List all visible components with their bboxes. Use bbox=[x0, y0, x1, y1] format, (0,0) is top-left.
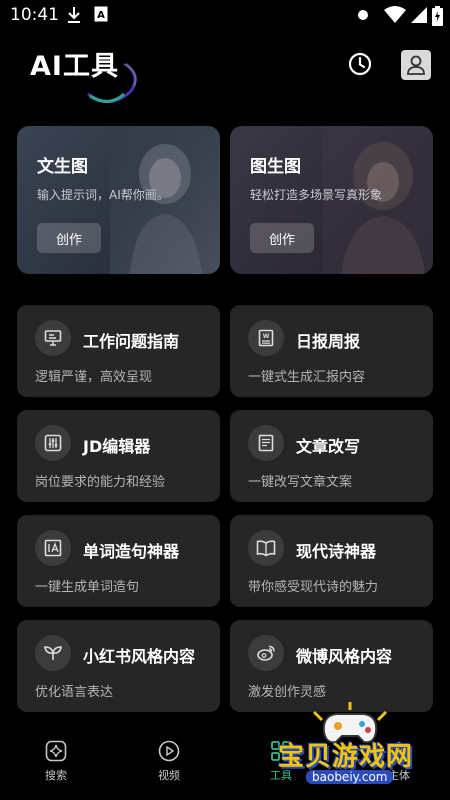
battery-icon bbox=[432, 6, 443, 30]
tool-title: 工作问题指南 bbox=[83, 332, 180, 351]
status-time: 10:41 bbox=[10, 5, 59, 25]
image-to-image-card[interactable]: 图生图 轻松打造多场景写真形象 创作 bbox=[230, 126, 433, 274]
card-title: 文生图 bbox=[37, 157, 88, 177]
tool-description: 优化语言表达 bbox=[35, 685, 114, 700]
watermark-text: 宝贝游戏网 bbox=[278, 742, 414, 772]
tool-title: 现代诗神器 bbox=[296, 542, 377, 561]
sprout-icon bbox=[35, 635, 71, 671]
tool-description: 一键改写文章文案 bbox=[248, 475, 353, 490]
weibo-icon bbox=[248, 635, 284, 671]
tool-description: 激发创作灵感 bbox=[248, 685, 327, 700]
svg-text:A: A bbox=[97, 10, 105, 21]
tool-description: 逻辑严谨，高效呈现 bbox=[35, 370, 153, 385]
tool-title: 文章改写 bbox=[296, 437, 361, 456]
tool-title: 单词造句神器 bbox=[83, 542, 180, 561]
nav-item-search[interactable]: 搜索 bbox=[21, 738, 91, 783]
nav-label: 视频 bbox=[158, 769, 180, 782]
tool-title: 日报周报 bbox=[296, 332, 361, 351]
text-to-image-card[interactable]: 文生图 输入提示词，AI帮你画。 创作 bbox=[17, 126, 220, 274]
nav-item-video[interactable]: 视频 bbox=[134, 738, 204, 783]
download-icon bbox=[66, 6, 82, 28]
tool-title: 小红书风格内容 bbox=[83, 647, 196, 666]
create-button[interactable]: 创作 bbox=[250, 223, 314, 253]
create-button[interactable]: 创作 bbox=[37, 223, 101, 253]
tool-card-article-rewrite[interactable]: 文章改写 一键改写文章文案 bbox=[230, 410, 433, 502]
notification-a-icon: A bbox=[94, 6, 108, 26]
monitor-icon bbox=[35, 320, 71, 356]
clock-icon bbox=[348, 52, 372, 76]
tool-description: 岗位要求的能力和经验 bbox=[35, 475, 166, 490]
alarm-dot-icon bbox=[356, 6, 370, 28]
tool-card-word-sentence[interactable]: 单词造句神器 一键生成单词造句 bbox=[17, 515, 220, 607]
user-icon bbox=[407, 55, 425, 75]
card-description: 输入提示词，AI帮你画。 bbox=[37, 188, 169, 202]
tool-card-modern-poetry[interactable]: 现代诗神器 带你感受现代诗的魅力 bbox=[230, 515, 433, 607]
watermark-domain: baobeiy.com bbox=[306, 770, 394, 784]
tool-card-jd-editor[interactable]: JD编辑器 岗位要求的能力和经验 bbox=[17, 410, 220, 502]
sparkle-search-icon bbox=[43, 738, 69, 764]
tool-card-daily-report[interactable]: W 日报周报 一键式生成汇报内容 bbox=[230, 305, 433, 397]
nav-label: 搜索 bbox=[45, 769, 67, 782]
tool-title: 微博风格内容 bbox=[296, 647, 393, 666]
wifi-icon bbox=[384, 6, 406, 28]
tool-description: 带你感受现代诗的魅力 bbox=[248, 580, 379, 595]
play-circle-icon bbox=[156, 738, 182, 764]
word-doc-icon: W bbox=[248, 320, 284, 356]
page-title: AI工具 bbox=[30, 51, 119, 82]
profile-button[interactable] bbox=[401, 50, 431, 80]
tool-description: 一键式生成汇报内容 bbox=[248, 370, 366, 385]
sliders-icon bbox=[35, 425, 71, 461]
tool-card-work-guide[interactable]: 工作问题指南 逻辑严谨，高效呈现 bbox=[17, 305, 220, 397]
signal-icon bbox=[410, 6, 428, 28]
history-button[interactable] bbox=[344, 48, 376, 80]
header: AI工具 bbox=[0, 32, 450, 103]
document-icon bbox=[248, 425, 284, 461]
open-book-icon bbox=[248, 530, 284, 566]
text-box-icon bbox=[35, 530, 71, 566]
svg-text:W: W bbox=[263, 333, 270, 340]
tool-title: JD编辑器 bbox=[83, 437, 151, 456]
tool-card-weibo[interactable]: 微博风格内容 激发创作灵感 bbox=[230, 620, 433, 712]
card-title: 图生图 bbox=[250, 157, 301, 177]
status-bar: 10:41 A bbox=[0, 0, 450, 32]
tool-description: 一键生成单词造句 bbox=[35, 580, 140, 595]
tool-card-xiaohongshu[interactable]: 小红书风格内容 优化语言表达 bbox=[17, 620, 220, 712]
watermark: 宝贝游戏网 baobeiy.com bbox=[268, 700, 448, 800]
card-description: 轻松打造多场景写真形象 bbox=[250, 188, 383, 202]
